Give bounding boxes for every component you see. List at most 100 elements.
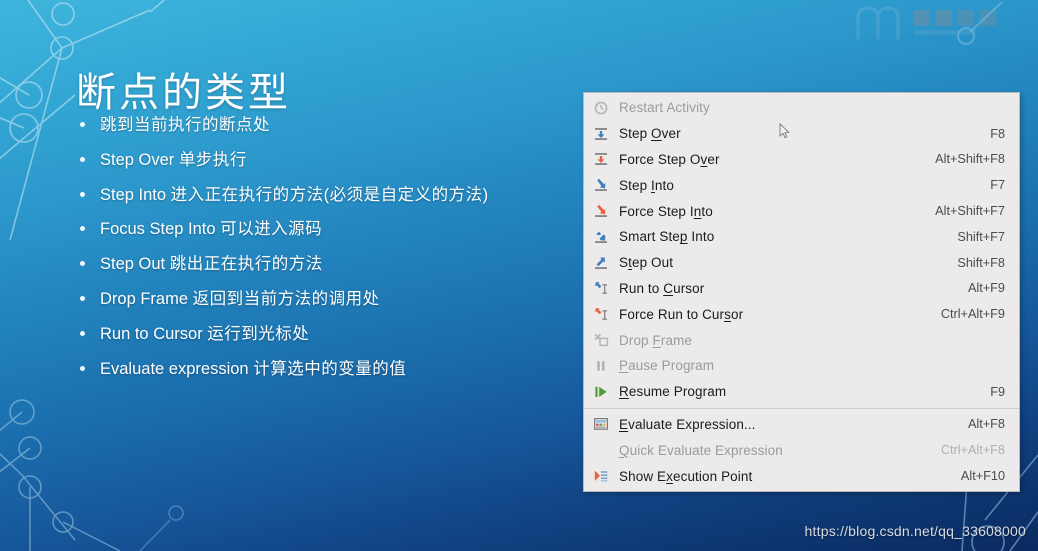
menu-item-shortcut: Alt+Shift+F7 [935, 204, 1005, 219]
menu-item-force-step-over[interactable]: Force Step Over Alt+Shift+F8 [584, 147, 1019, 173]
bullet-en-text: Run to Cursor [100, 324, 208, 343]
menu-item-drop-frame: Drop Frame [584, 327, 1019, 353]
menu-item-label: Force Run to Cursor [619, 306, 744, 322]
menu-item-label: Step Into [619, 177, 674, 193]
bullet-en-text: Step Over [100, 150, 179, 169]
menu-item-label: Evaluate Expression... [619, 416, 756, 432]
bullet-en-text: Step Out [100, 255, 170, 274]
show-execution-point-icon [592, 468, 610, 484]
menu-item-run-to-cursor[interactable]: Run to Cursor Alt+F9 [584, 276, 1019, 302]
bullet-item: Step Out 跳出正在执行的方法 [76, 254, 576, 274]
bullet-item: 跳到当前执行的断点处 [76, 115, 576, 135]
menu-item-step-over[interactable]: Step Over F8 [584, 121, 1019, 147]
menu-item-shortcut: Shift+F7 [957, 229, 1005, 244]
bullet-cn-text: 单步执行 [178, 150, 247, 169]
menu-item-label: Show Execution Point [619, 468, 753, 484]
drop-frame-icon [592, 332, 610, 348]
pause-icon [592, 358, 610, 374]
bullet-cn-text: 计算选中的变量的值 [253, 359, 407, 378]
menu-item-shortcut: Alt+F10 [960, 469, 1005, 484]
force-run-to-cursor-icon [595, 308, 607, 321]
run-to-cursor-icon [595, 282, 607, 295]
menu-item-shortcut: Alt+Shift+F8 [935, 152, 1005, 167]
bullet-item: Drop Frame 返回到当前方法的调用处 [76, 289, 576, 309]
step-into-icon [595, 179, 607, 192]
page-title: 断点的类型 [76, 71, 291, 115]
menu-item-smart-step-into[interactable]: Smart Step Into Shift+F7 [584, 224, 1019, 250]
slide-canvas: 断点的类型 跳到当前执行的断点处 Step Over 单步执行 Step Into … [0, 0, 1038, 551]
menu-item-shortcut: F8 [990, 126, 1005, 141]
bullet-item: Step Over 单步执行 [76, 150, 576, 170]
menu-item-label: Force Step Into [619, 203, 713, 219]
smart-step-into-icon [592, 229, 610, 245]
menu-item-shortcut: F9 [990, 384, 1005, 399]
step-out-icon [592, 255, 610, 271]
bullet-en-text: Evaluate expression [100, 359, 254, 378]
step-over-icon [595, 127, 607, 140]
bullet-item: Focus Step Into 可以进入源码 [76, 219, 576, 239]
smart-step-into-icon [595, 231, 607, 243]
menu-item-quick-evaluate-expression: Quick Evaluate Expression Ctrl+Alt+F8 [584, 437, 1019, 463]
bullet-cn-text: 进入正在执行的方法(必须是自定义的方法) [170, 185, 489, 204]
debugger-context-menu[interactable]: Restart Activity Step Over F8 Force Step Ov… [583, 92, 1020, 492]
pause-icon [597, 361, 605, 371]
restart-icon [594, 101, 608, 115]
bullet-en-text: Step Into [100, 185, 171, 204]
evaluate-expression-icon [592, 416, 610, 432]
force-step-over-icon [592, 151, 610, 167]
menu-item-step-into[interactable]: Step Into F7 [584, 172, 1019, 198]
bullet-list: 跳到当前执行的断点处 Step Over 单步执行 Step Into 进入正在执行… [76, 115, 576, 393]
bullet-item: Step Into 进入正在执行的方法(必须是自定义的方法) [76, 185, 576, 205]
menu-item-shortcut: Alt+F8 [967, 417, 1005, 432]
menu-item-force-step-into[interactable]: Force Step Into Alt+Shift+F7 [584, 198, 1019, 224]
menu-item-shortcut: Alt+F9 [967, 281, 1005, 296]
bullet-cn-text: 可以进入源码 [220, 220, 323, 239]
menu-item-label: Step Over [619, 126, 681, 142]
menu-item-pause-program: Pause Program [584, 353, 1019, 379]
bullet-cn-text: 运行到光标处 [207, 324, 310, 343]
menu-item-shortcut: F7 [990, 178, 1005, 193]
menu-item-shortcut: Ctrl+Alt+F8 [940, 443, 1005, 458]
url-watermark: https://blog.csdn.net/qq_33608000 [804, 523, 1026, 539]
menu-item-resume-program[interactable]: Resume Program F9 [584, 379, 1019, 405]
menu-item-label: Step Out [619, 255, 674, 271]
run-to-cursor-icon [592, 280, 610, 296]
menu-item-label: Resume Program [619, 384, 727, 400]
force-step-into-icon [595, 204, 607, 217]
menu-item-label: Smart Step Into [619, 229, 715, 245]
menu-item-force-run-to-cursor[interactable]: Force Run to Cursor Ctrl+Alt+F9 [584, 301, 1019, 327]
bullet-cn-text: 跳到当前执行的断点处 [100, 116, 270, 134]
menu-item-label: Quick Evaluate Expression [619, 442, 783, 458]
menu-separator [584, 407, 1019, 409]
bullet-cn-text: 返回到当前方法的调用处 [192, 289, 380, 308]
menu-item-shortcut: Ctrl+Alt+F9 [940, 307, 1005, 322]
menu-item-shortcut: Shift+F8 [957, 255, 1005, 270]
menu-item-label: Drop Frame [619, 332, 693, 348]
show-execution-point-icon [594, 470, 608, 482]
force-step-into-icon [592, 203, 610, 219]
force-run-to-cursor-icon [592, 306, 610, 322]
menu-item-evaluate-expression[interactable]: Evaluate Expression... Alt+F8 [584, 412, 1019, 438]
menu-item-label: Run to Cursor [619, 280, 705, 296]
drop-frame-icon [594, 333, 609, 347]
no-icon [592, 442, 610, 458]
step-into-icon [592, 177, 610, 193]
brand-watermark-logo [856, 2, 1003, 45]
menu-item-restart-activity: Restart Activity [584, 95, 1019, 121]
bullet-item: Evaluate expression 计算选中的变量的值 [76, 359, 576, 379]
force-step-over-icon [595, 153, 607, 166]
evaluate-expression-icon [594, 418, 609, 431]
restart-icon [592, 100, 610, 116]
resume-icon [595, 386, 607, 397]
menu-item-label: Pause Program [619, 358, 715, 374]
menu-item-label: Force Step Over [619, 151, 720, 167]
menu-item-step-out[interactable]: Step Out Shift+F8 [584, 250, 1019, 276]
bullet-en-text: Focus Step Into [100, 220, 221, 239]
step-out-icon [595, 256, 607, 269]
bullet-cn-text: 跳出正在执行的方法 [169, 255, 323, 274]
bullet-en-text: Drop Frame [100, 289, 193, 308]
menu-item-show-execution-point[interactable]: Show Execution Point Alt+F10 [584, 463, 1019, 489]
resume-icon [592, 384, 610, 400]
step-over-icon [592, 126, 610, 142]
menu-item-label: Restart Activity [619, 100, 710, 116]
